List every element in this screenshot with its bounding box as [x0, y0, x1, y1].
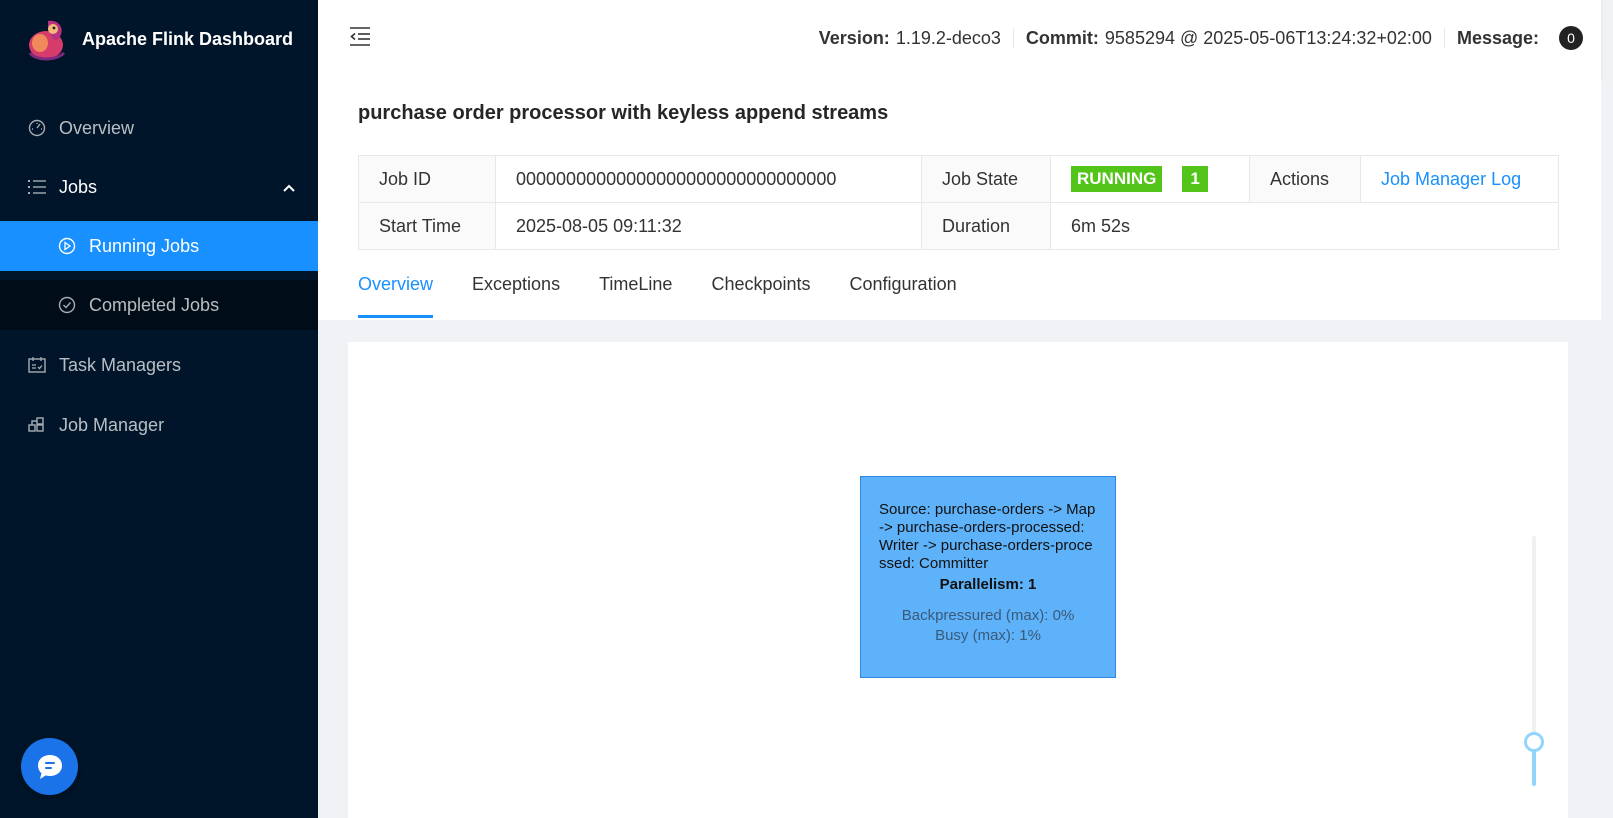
dashboard-icon [27, 118, 47, 138]
header-info: Version: 1.19.2-deco3 Commit: 9585294 @ … [819, 26, 1583, 50]
sidebar-item-label: Running Jobs [89, 235, 200, 256]
duration-value: 6m 52s [1050, 202, 1559, 250]
version-label: Version: [818, 27, 890, 48]
start-time-label: Start Time [358, 202, 496, 250]
tab-configuration[interactable]: Configuration [850, 262, 957, 318]
job-title: purchase order processor with keyless ap… [358, 102, 889, 124]
job-descriptions-table: Job ID 00000000000000000000000000000000 … [358, 155, 1559, 250]
sidebar-item-completed-jobs[interactable]: Completed Jobs [0, 280, 318, 330]
message-label[interactable]: Message: [1457, 28, 1539, 49]
message-count-badge[interactable]: 0 [1559, 26, 1583, 50]
sidebar-item-job-manager[interactable]: Job Manager [0, 400, 318, 450]
tab-checkpoints[interactable]: Checkpoints [711, 262, 810, 318]
divider [1443, 28, 1445, 48]
node-name: Source: purchase-orders -> Map -> purcha… [879, 501, 1096, 572]
menu-fold-icon[interactable] [349, 25, 371, 47]
commit-value: 9585294 @ 2025-05-06T13:24:32+02:00 [1104, 27, 1432, 48]
task-count-badge: 1 [1182, 166, 1208, 192]
node-busy: Busy (max): 1% [935, 627, 1041, 644]
sidebar: Apache Flink Dashboard Overview Jobs Run… [0, 0, 318, 818]
sidebar-item-label: Jobs [59, 176, 98, 197]
sidebar-item-jobs[interactable]: Jobs [0, 162, 318, 212]
app-title: Apache Flink Dashboard [82, 28, 294, 49]
zoom-slider-handle[interactable] [1524, 732, 1544, 752]
start-time-value: 2025-08-05 09:11:32 [495, 202, 922, 250]
sidebar-item-label: Task Managers [59, 354, 182, 375]
chat-button[interactable] [21, 738, 78, 795]
job-graph-canvas[interactable]: Source: purchase-orders -> Map -> purcha… [348, 342, 1568, 818]
schedule-icon [27, 355, 47, 375]
job-state-cell: RUNNING 1 [1050, 155, 1250, 203]
tab-exceptions[interactable]: Exceptions [472, 262, 560, 318]
chevron-up-icon [282, 179, 296, 200]
job-detail-panel: purchase order processor with keyless ap… [318, 78, 1601, 320]
sidebar-item-overview[interactable]: Overview [0, 103, 318, 153]
job-id-value: 00000000000000000000000000000000 [495, 155, 922, 203]
flink-squirrel-logo [28, 20, 66, 61]
status-badge: RUNNING [1071, 166, 1163, 192]
sidebar-item-label: Overview [59, 117, 135, 138]
build-icon [27, 415, 47, 435]
node-parallelism: Parallelism: 1 [939, 576, 1037, 593]
tab-overview[interactable]: Overview [358, 262, 434, 318]
sidebar-item-running-jobs[interactable]: Running Jobs [0, 221, 318, 271]
sidebar-item-label: Job Manager [59, 414, 165, 435]
sidebar-item-label: Completed Jobs [89, 294, 220, 315]
node-backpressure: Backpressured (max): 0% [901, 607, 1075, 624]
list-icon [27, 177, 47, 197]
actions-label: Actions [1249, 155, 1361, 203]
job-manager-log-link[interactable]: Job Manager Log [1381, 169, 1521, 189]
duration-label: Duration [921, 202, 1051, 250]
actions-cell: Job Manager Log [1360, 155, 1559, 203]
app-logo[interactable]: Apache Flink Dashboard [26, 14, 293, 64]
top-header: Version: 1.19.2-deco3 Commit: 9585294 @ … [318, 0, 1601, 78]
version-value: 1.19.2-deco3 [895, 27, 1001, 48]
sidebar-item-task-managers[interactable]: Task Managers [0, 340, 318, 390]
job-state-label: Job State [921, 155, 1051, 203]
chat-icon [37, 754, 62, 779]
check-circle-icon [57, 295, 77, 315]
job-tabs: Overview Exceptions TimeLine Checkpoints… [358, 262, 996, 318]
play-circle-icon [57, 236, 77, 256]
tab-timeline[interactable]: TimeLine [599, 262, 672, 318]
job-id-label: Job ID [358, 155, 496, 203]
commit-label: Commit: [1025, 27, 1099, 48]
graph-node[interactable]: Source: purchase-orders -> Map -> purcha… [860, 476, 1116, 678]
divider [1012, 28, 1014, 48]
